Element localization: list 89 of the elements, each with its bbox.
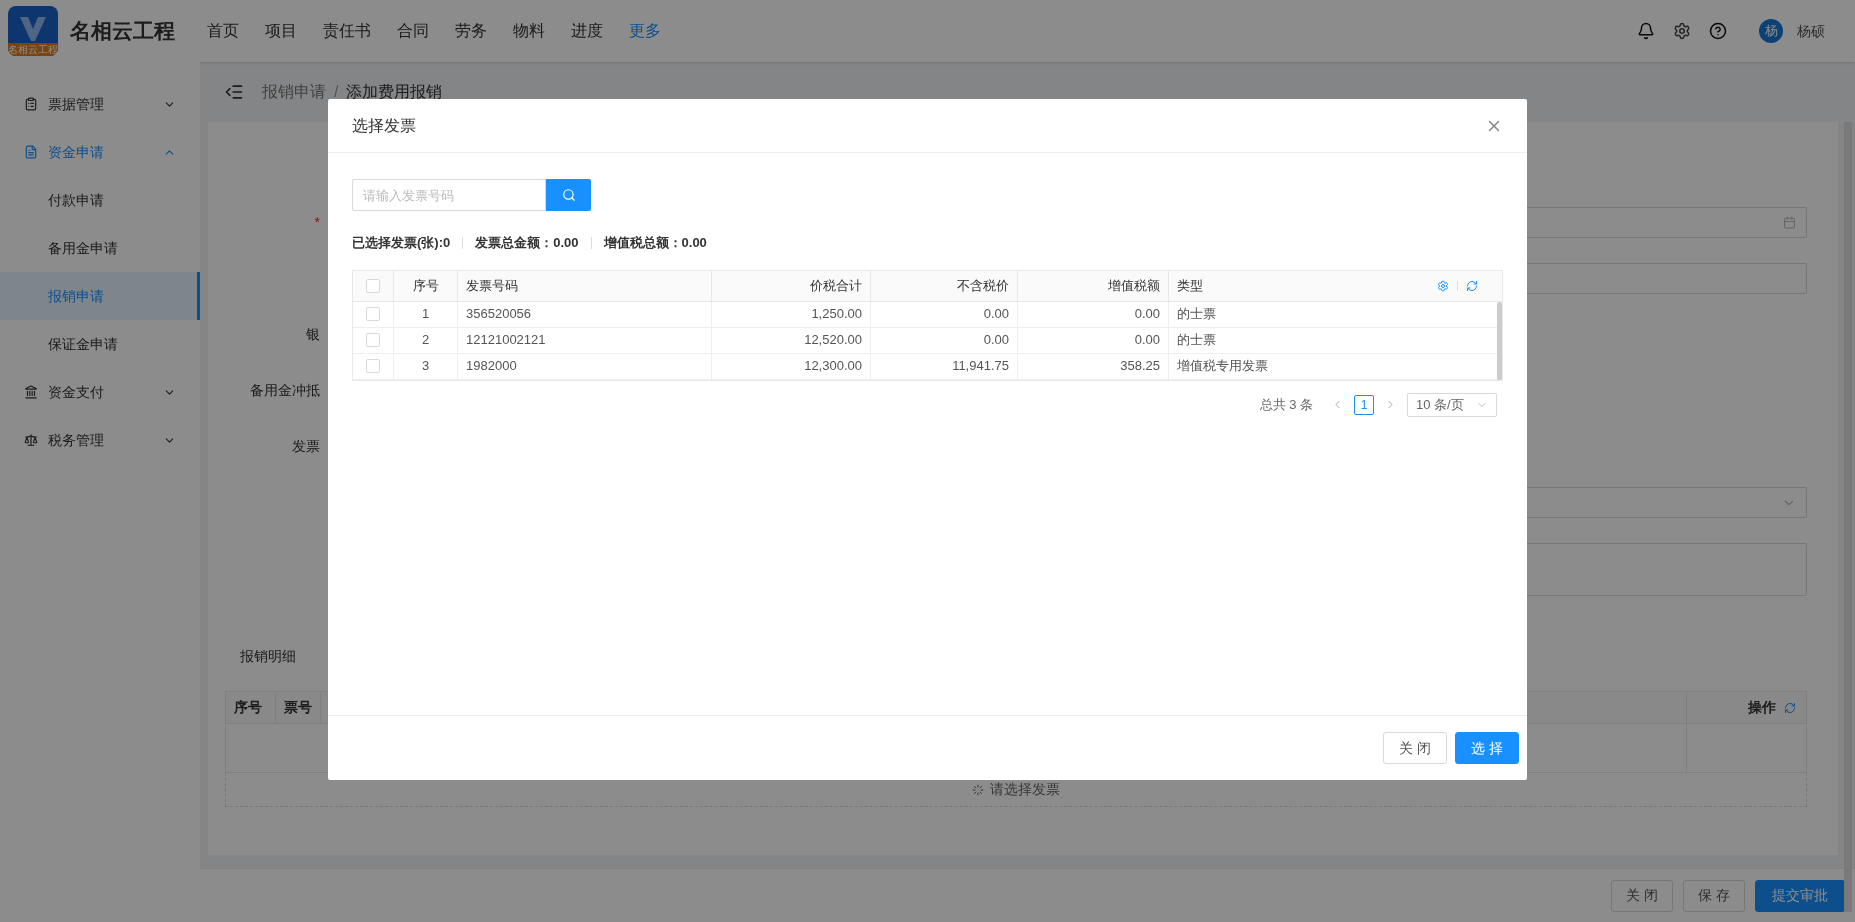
logo-caption: 名相云工程 <box>8 43 58 56</box>
column-header: 操作 <box>1748 698 1776 717</box>
sidebar-label: 票据管理 <box>48 94 104 114</box>
column-header: 发票号码 <box>466 276 518 295</box>
table-cell-text: 的士票 <box>1177 331 1216 350</box>
modal-title: 选择发票 <box>352 115 416 136</box>
bank-icon <box>24 385 38 399</box>
checkbox[interactable] <box>366 278 380 293</box>
search-field[interactable]: 请输入发票号码 <box>352 179 546 211</box>
checkbox[interactable] <box>366 307 380 321</box>
field-label: 备用金冲抵 <box>250 381 320 400</box>
table-cell-text: 3 <box>421 357 430 376</box>
checkbox[interactable] <box>366 359 380 373</box>
breadcrumb-separator: / <box>334 82 339 102</box>
calendar-icon <box>1783 216 1796 229</box>
scale-icon <box>24 433 38 447</box>
table-cell-text: 356520056 <box>466 305 532 324</box>
table-cell-text: 0.00 <box>1134 331 1160 350</box>
summary-text: 增值税总额：0.00 <box>603 234 707 252</box>
app-title: 名相云工程 <box>70 18 175 45</box>
search-icon <box>561 188 576 202</box>
table-cell-text: 2 <box>421 331 430 350</box>
notification-icon[interactable] <box>1637 22 1655 40</box>
sidebar-label: 资金支付 <box>48 382 104 402</box>
table-cell-text: 11,941.75 <box>952 357 1009 376</box>
table-cell-text: 12121002121 <box>466 331 546 350</box>
column-header: 增值税额 <box>1108 276 1160 295</box>
nav-link[interactable]: 项目 <box>265 19 297 43</box>
table-cell-text: 0.00 <box>983 305 1009 324</box>
settings-icon[interactable] <box>1437 279 1449 292</box>
sidebar-group[interactable]: 票据管理 <box>0 80 200 128</box>
refresh-icon[interactable] <box>1784 701 1796 714</box>
breadcrumb-item[interactable]: 报销申请 <box>262 80 326 104</box>
empty-text: 请选择发票 <box>990 780 1060 799</box>
table-cell-text: 0.00 <box>983 331 1009 350</box>
help-icon[interactable] <box>1709 22 1727 40</box>
sidebar-item[interactable]: 保证金申请 <box>0 320 200 368</box>
column-header: 价税合计 <box>810 276 862 295</box>
secondary-button[interactable]: 保 存 <box>1683 879 1745 912</box>
user-name[interactable]: 杨硕 <box>1797 20 1825 42</box>
required-mark: * <box>314 213 320 232</box>
nav-link[interactable]: 劳务 <box>455 19 487 43</box>
table-cell-text: 12,520.00 <box>804 331 862 350</box>
total-count: 总共 3 条 <box>1259 395 1313 414</box>
secondary-button[interactable]: 关 闭 <box>1611 879 1674 912</box>
table-cell-text: 的士票 <box>1177 305 1216 324</box>
clipboard-icon <box>24 97 38 111</box>
table-cell-text: 1 <box>421 305 430 324</box>
column-header: 票号 <box>276 692 321 723</box>
nav-link[interactable]: 责任书 <box>323 19 371 43</box>
sidebar-label: 税务管理 <box>48 430 104 450</box>
sidebar-item[interactable]: 付款申请 <box>0 176 200 224</box>
sidebar-label: 资金申请 <box>48 142 104 162</box>
secondary-button[interactable]: 关 闭 <box>1383 732 1447 764</box>
document-icon <box>24 145 38 159</box>
page-button[interactable]: 1 <box>1354 394 1374 415</box>
settings-icon[interactable] <box>1673 22 1691 40</box>
table-cell-text: 0.00 <box>1134 305 1160 324</box>
page-size-select[interactable]: 10 条/页 <box>1407 392 1497 417</box>
summary-text: 发票总金额：0.00 <box>475 234 579 252</box>
nav-link[interactable]: 合同 <box>397 19 429 43</box>
sidebar-group[interactable]: 资金支付 <box>0 368 200 416</box>
table-cell-text: 358.25 <box>1120 357 1160 376</box>
spinner-icon <box>972 783 984 796</box>
sidebar-item[interactable]: 备用金申请 <box>0 224 200 272</box>
column-header: 不含税价 <box>957 276 1009 295</box>
search-button[interactable] <box>546 179 591 211</box>
table-cell-text: 12,300.00 <box>804 357 862 376</box>
sidebar-group[interactable]: 税务管理 <box>0 416 200 464</box>
user-avatar[interactable]: 杨 <box>1759 19 1783 43</box>
breadcrumb-item: 添加费用报销 <box>346 82 443 102</box>
column-header: 类型 <box>1177 276 1203 295</box>
nav-link[interactable]: 进度 <box>571 19 603 43</box>
section-title: 报销明细 <box>240 647 297 666</box>
summary-text: 已选择发票(张):0 <box>352 234 451 252</box>
table-cell-text: 1982000 <box>466 357 517 376</box>
field-label: 银 <box>306 325 320 344</box>
column-header: 序号 <box>226 692 276 723</box>
logo-mark-icon <box>18 15 48 43</box>
column-header: 序号 <box>412 276 439 295</box>
table-cell-text: 增值税专用发票 <box>1177 357 1268 376</box>
nav-link[interactable]: 物料 <box>513 19 545 43</box>
nav-link[interactable]: 首页 <box>207 19 239 43</box>
field-label: 发票 <box>292 437 320 456</box>
refresh-icon[interactable] <box>1466 279 1478 292</box>
checkbox[interactable] <box>366 333 380 347</box>
primary-button[interactable]: 选 择 <box>1455 732 1519 764</box>
table-cell-text: 1,250.00 <box>811 305 862 324</box>
menu-fold-icon[interactable] <box>224 82 244 102</box>
